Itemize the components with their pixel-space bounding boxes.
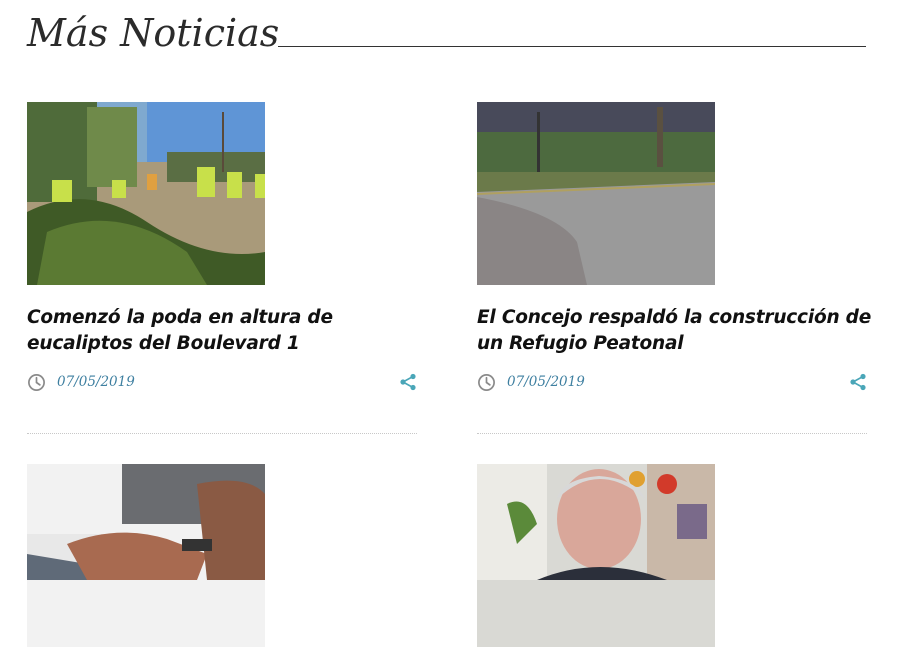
share-icon[interactable] bbox=[399, 373, 417, 391]
section-header: Más Noticias bbox=[27, 8, 866, 58]
section-title-rule bbox=[278, 46, 866, 47]
post-meta: 07/05/2019 bbox=[27, 372, 417, 392]
post-divider bbox=[27, 433, 417, 434]
post-thumbnail[interactable] bbox=[27, 102, 265, 285]
clock-icon bbox=[28, 374, 45, 391]
post-thumbnail[interactable] bbox=[477, 464, 715, 647]
share-icon[interactable] bbox=[849, 373, 867, 391]
section-title: Más Noticias bbox=[27, 11, 280, 55]
post-thumbnail[interactable] bbox=[477, 102, 715, 285]
post-divider bbox=[477, 433, 867, 434]
post-date[interactable]: 07/05/2019 bbox=[57, 373, 135, 391]
post-thumbnail[interactable] bbox=[27, 464, 265, 647]
post-title[interactable]: El Concejo respaldó la construcción de u… bbox=[477, 305, 877, 357]
post-date[interactable]: 07/05/2019 bbox=[507, 373, 585, 391]
post-meta: 07/05/2019 bbox=[477, 372, 867, 392]
post-title[interactable]: Comenzó la poda en altura de eucaliptos … bbox=[27, 305, 427, 357]
clock-icon bbox=[478, 374, 495, 391]
